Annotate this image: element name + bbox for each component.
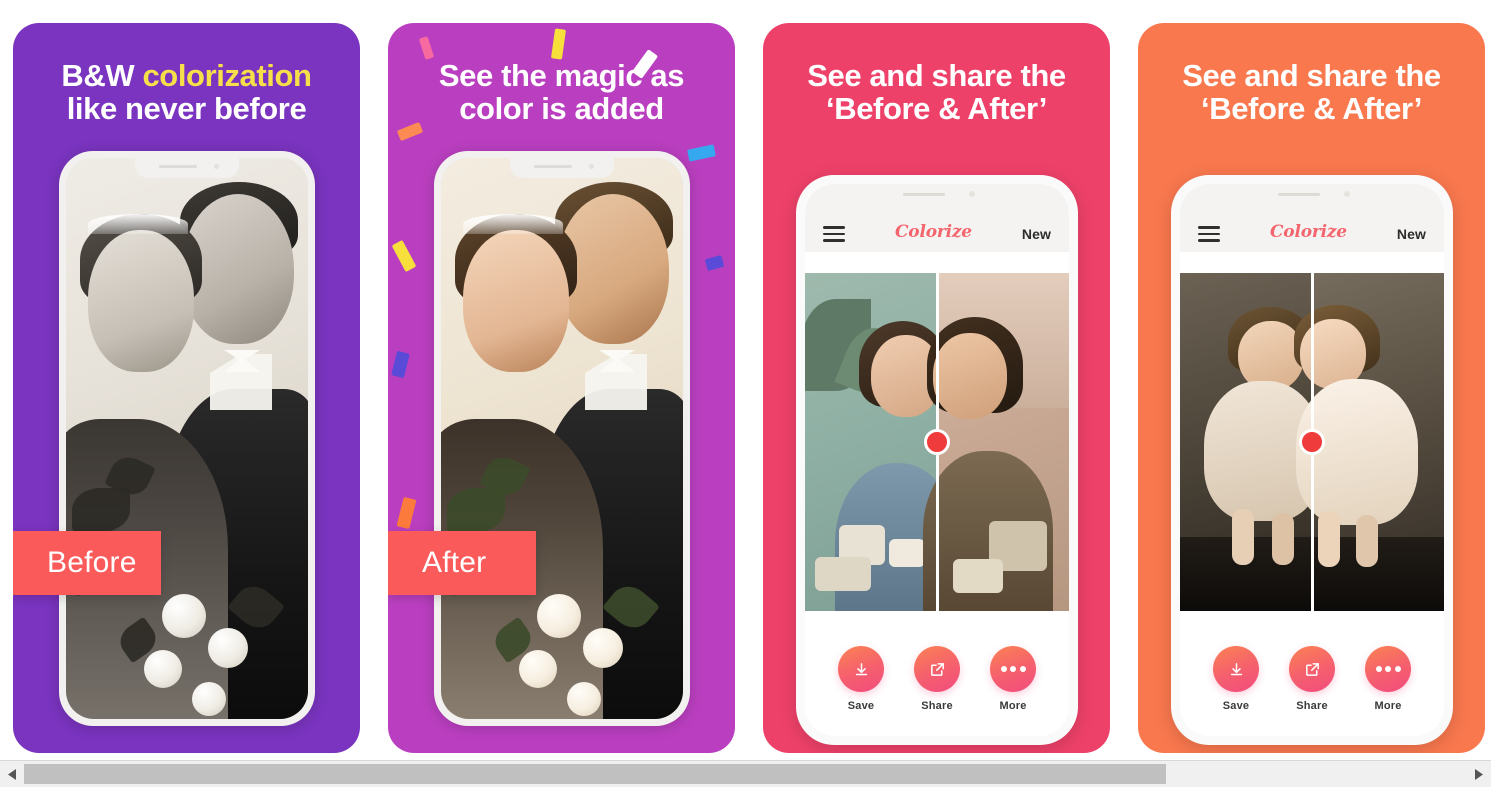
- before-after-comparison[interactable]: [805, 273, 1069, 611]
- photo-canvas: [805, 252, 1069, 632]
- speaker-grille: [1278, 193, 1320, 196]
- panel-2-headline-line2: color is added: [459, 91, 664, 127]
- panel-3-headline-line1: See and share the: [807, 58, 1066, 93]
- scrollbar-track[interactable]: [24, 761, 1467, 787]
- confetti-piece: [396, 496, 417, 530]
- phone-mockup-app-pink: Colorize New Save Share More: [796, 175, 1078, 745]
- hamburger-icon[interactable]: [823, 226, 845, 242]
- before-half: [1180, 273, 1322, 611]
- scroll-left-button[interactable]: [0, 761, 24, 787]
- app-bottom-toolbar: Save Share More: [805, 632, 1069, 736]
- share-label: Share: [921, 700, 953, 712]
- more-button[interactable]: More: [990, 646, 1036, 712]
- panel-1-headline-accent: colorization: [142, 58, 312, 93]
- wedding-photo-bw: [66, 158, 308, 719]
- confetti-piece: [418, 36, 435, 60]
- app-logo: Colorize: [894, 222, 972, 242]
- confetti-piece: [391, 350, 410, 379]
- after-badge: After: [388, 531, 536, 595]
- triangle-left-icon: [7, 768, 16, 780]
- hamburger-icon[interactable]: [1198, 226, 1220, 242]
- panel-2-headline-line1: See the magic as: [438, 58, 685, 93]
- save-button[interactable]: Save: [1213, 646, 1259, 712]
- confetti-piece: [550, 28, 567, 60]
- panel-3-headline: See and share the ‘Before & After’: [763, 59, 1110, 126]
- screenshot-gallery[interactable]: B&W colorization like never before Befor…: [0, 0, 1491, 760]
- phone-notch: [1248, 184, 1376, 206]
- phone-mockup-after: [434, 151, 690, 726]
- comparison-slider-handle[interactable]: [924, 429, 950, 455]
- front-camera: [969, 191, 975, 197]
- gallery-panel-share-pink[interactable]: See and share the ‘Before & After’ Color…: [763, 23, 1110, 753]
- panel-2-headline: See the magic as color is added: [388, 59, 735, 126]
- share-external-icon: [1289, 646, 1335, 692]
- ellipsis-icon: [1365, 646, 1411, 692]
- more-label: More: [1374, 700, 1402, 712]
- scrollbar-thumb[interactable]: [24, 764, 1166, 784]
- panel-1-headline-plain: B&W: [61, 58, 143, 93]
- before-badge: Before: [13, 531, 161, 595]
- phone-notch: [510, 158, 614, 178]
- gallery-panel-before[interactable]: B&W colorization like never before Befor…: [13, 23, 360, 753]
- after-half: [1294, 273, 1444, 611]
- after-half: [923, 273, 1069, 611]
- new-button[interactable]: New: [1397, 226, 1426, 242]
- confetti-piece: [687, 144, 716, 162]
- phone-screen-before: [66, 158, 308, 719]
- panel-1-headline-line2: like never before: [66, 91, 307, 127]
- wedding-photo-color: [441, 158, 683, 719]
- more-label: More: [999, 700, 1027, 712]
- horizontal-scrollbar[interactable]: [0, 760, 1491, 787]
- panel-1-headline: B&W colorization like never before: [13, 59, 360, 126]
- ellipsis-icon: [990, 646, 1036, 692]
- phone-mockup-app-orange: Colorize New Save Share More: [1171, 175, 1453, 745]
- app-screen: Colorize New Save Share More: [805, 184, 1069, 736]
- panel-4-headline-line1: See and share the: [1182, 58, 1441, 93]
- panel-3-headline-line2: ‘Before & After’: [826, 91, 1047, 127]
- app-logo: Colorize: [1269, 222, 1347, 242]
- phone-notch: [135, 158, 239, 178]
- comparison-slider-handle[interactable]: [1299, 429, 1325, 455]
- app-bottom-toolbar: Save Share More: [1180, 632, 1444, 736]
- share-button[interactable]: Share: [1289, 646, 1335, 712]
- speaker-grille: [903, 193, 945, 196]
- download-icon: [838, 646, 884, 692]
- share-external-icon: [914, 646, 960, 692]
- share-button[interactable]: Share: [914, 646, 960, 712]
- more-button[interactable]: More: [1365, 646, 1411, 712]
- front-camera: [1344, 191, 1350, 197]
- gallery-panel-after[interactable]: See the magic as color is added After: [388, 23, 735, 753]
- app-screen: Colorize New Save Share More: [1180, 184, 1444, 736]
- phone-notch: [873, 184, 1001, 206]
- photo-canvas: [1180, 252, 1444, 632]
- new-button[interactable]: New: [1022, 226, 1051, 242]
- panel-4-headline: See and share the ‘Before & After’: [1138, 59, 1485, 126]
- download-icon: [1213, 646, 1259, 692]
- share-label: Share: [1296, 700, 1328, 712]
- scroll-right-button[interactable]: [1467, 761, 1491, 787]
- confetti-piece: [391, 239, 417, 273]
- save-label: Save: [1222, 700, 1250, 712]
- save-label: Save: [847, 700, 875, 712]
- before-after-comparison[interactable]: [1180, 273, 1444, 611]
- panel-4-headline-line2: ‘Before & After’: [1201, 91, 1422, 127]
- before-half: [805, 273, 959, 611]
- phone-mockup-before: [59, 151, 315, 726]
- save-button[interactable]: Save: [838, 646, 884, 712]
- phone-screen-after: [441, 158, 683, 719]
- confetti-piece: [704, 254, 725, 272]
- triangle-right-icon: [1474, 768, 1483, 780]
- gallery-panel-share-orange[interactable]: See and share the ‘Before & After’ Color…: [1138, 23, 1485, 753]
